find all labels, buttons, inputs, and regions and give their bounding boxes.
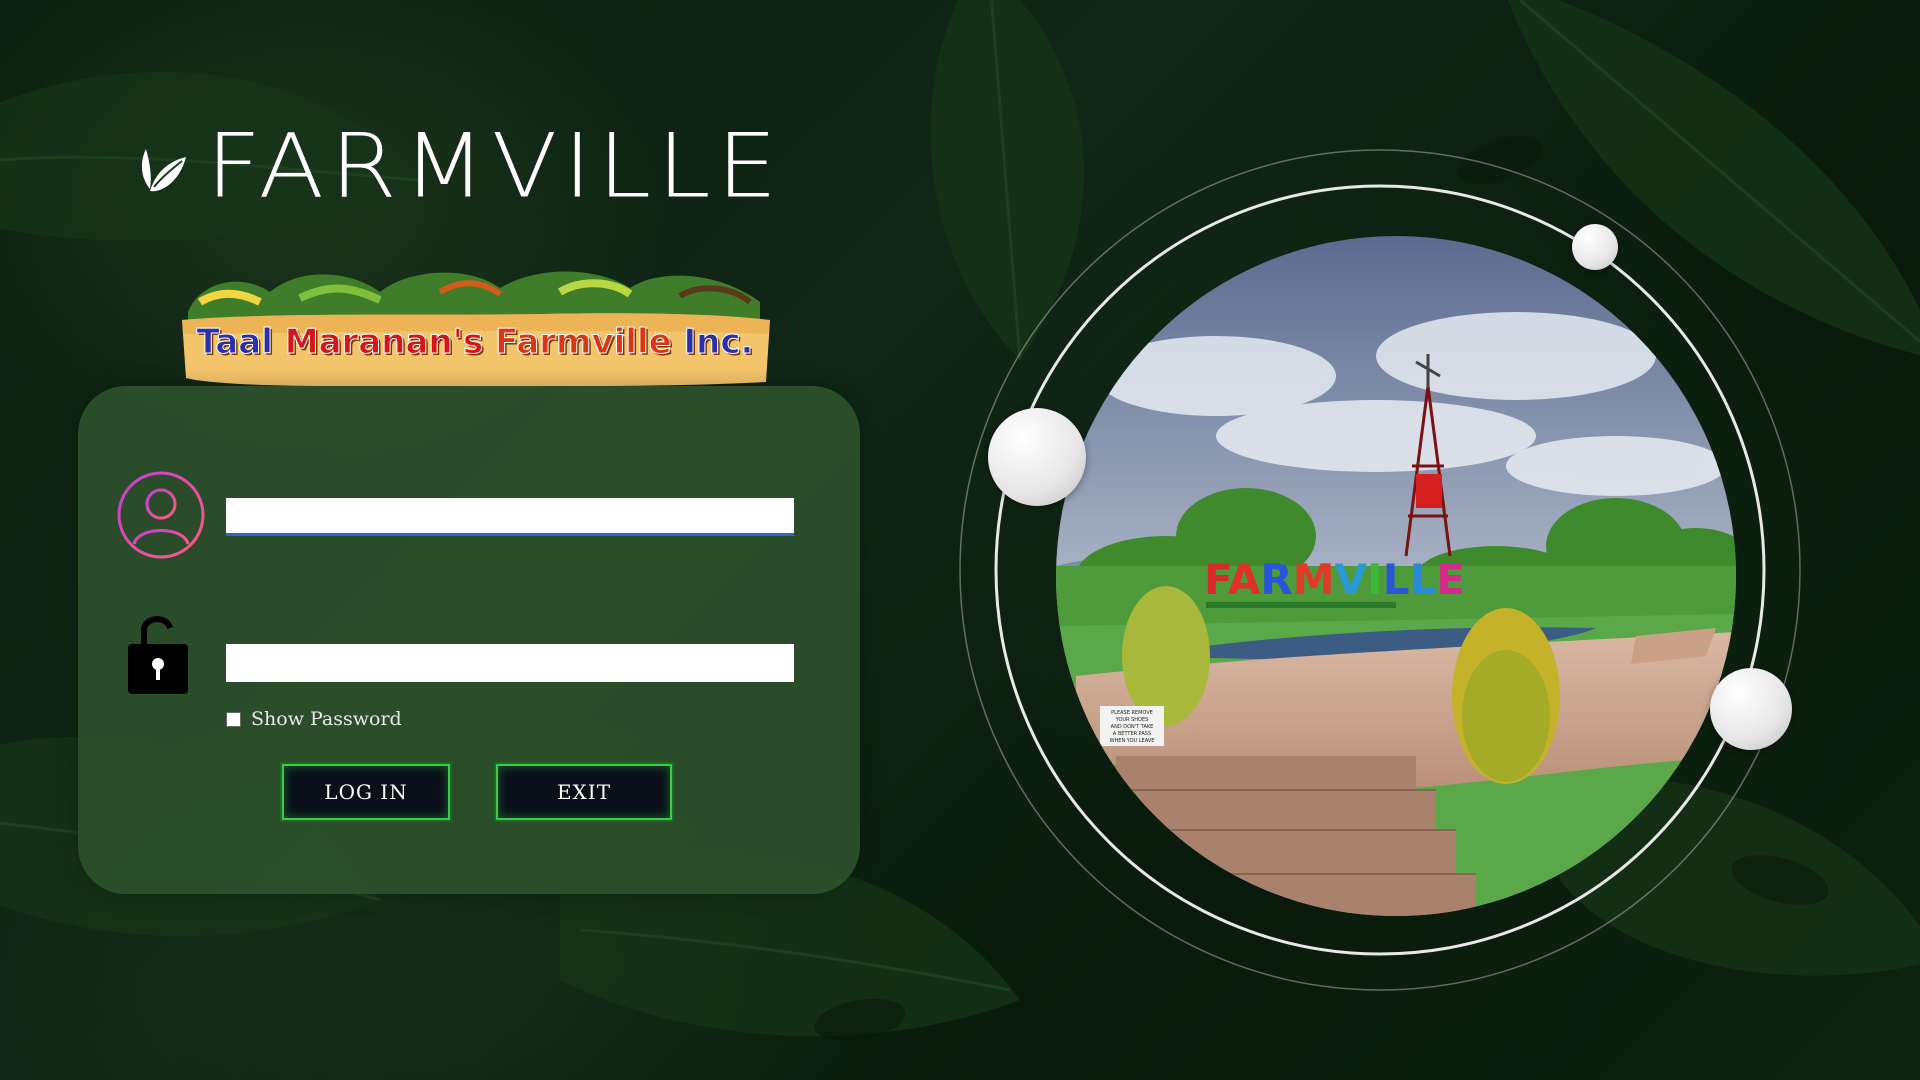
company-banner: Taal Maranan's Farmville Inc. bbox=[180, 262, 770, 388]
sign-letter: E bbox=[1436, 555, 1465, 604]
sign-letter: M bbox=[1293, 555, 1335, 604]
notice-line: WHEN YOU LEAVE bbox=[1110, 738, 1155, 744]
exit-button[interactable]: EXIT bbox=[496, 764, 672, 820]
farm-photo: FARMVILLE PLEASE REMOVE YOUR SHOES AND D… bbox=[1056, 236, 1736, 916]
username-input[interactable] bbox=[226, 498, 794, 536]
sign-letter: L bbox=[1383, 555, 1410, 604]
banner-word-1: Taal bbox=[196, 322, 273, 363]
login-card: Show Password LOG IN EXIT bbox=[78, 386, 860, 894]
banner-word-4: Inc. bbox=[683, 322, 754, 363]
login-button[interactable]: LOG IN bbox=[282, 764, 450, 820]
notice-line: A BETTER PASS bbox=[1113, 731, 1151, 737]
notice-line: PLEASE REMOVE bbox=[1111, 710, 1153, 716]
banner-word-3: Farmville bbox=[495, 322, 673, 363]
sign-letter: A bbox=[1228, 555, 1261, 604]
notice-line: AND DON'T TAKE bbox=[1111, 724, 1154, 730]
sign-letter: F bbox=[1204, 555, 1230, 604]
sign-letter: I bbox=[1367, 555, 1383, 604]
banner-word-2: Maranan's bbox=[284, 322, 484, 363]
farmville-sign: FARMVILLE bbox=[1204, 555, 1465, 604]
sign-letter: R bbox=[1260, 555, 1292, 604]
user-icon bbox=[117, 471, 205, 559]
sign-letter: L bbox=[1409, 555, 1436, 604]
brand-title: FARMVILLE bbox=[206, 114, 784, 218]
notice-line: YOUR SHOES bbox=[1115, 717, 1149, 723]
farm-scene: FARMVILLE PLEASE REMOVE YOUR SHOES AND D… bbox=[1056, 236, 1736, 916]
password-input[interactable] bbox=[226, 644, 794, 682]
banner-text: Taal Maranan's Farmville Inc. bbox=[190, 322, 760, 363]
orbit-dot-small bbox=[1572, 224, 1618, 270]
brand-header: FARMVILLE bbox=[136, 118, 783, 214]
lock-icon bbox=[128, 616, 188, 694]
show-password-checkbox[interactable] bbox=[226, 711, 241, 727]
show-password-toggle[interactable]: Show Password bbox=[226, 708, 402, 730]
show-password-label: Show Password bbox=[251, 708, 402, 730]
leaf-icon bbox=[141, 149, 186, 192]
sign-letter: V bbox=[1335, 555, 1368, 604]
orbit-dot-large bbox=[988, 408, 1086, 506]
orbit-dot-medium bbox=[1710, 668, 1792, 750]
